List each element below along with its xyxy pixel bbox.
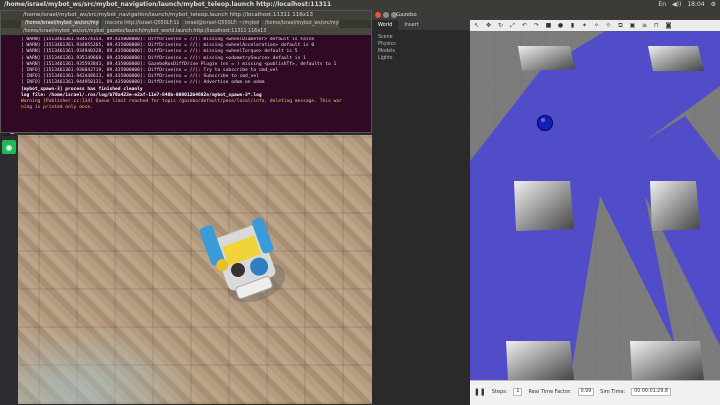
volume-icon[interactable]: ◀)) (672, 0, 681, 10)
terminal-pane-title: /home/israel/mybot_ws/src/mybot_gazebo/l… (1, 28, 371, 35)
gazebo-left-panel: World Insert Scene Physics Models Lights (372, 20, 470, 404)
robot-photo (199, 217, 286, 303)
tab-world[interactable]: World (372, 20, 399, 30)
obstacle-box[interactable] (650, 181, 700, 231)
terminal-tab[interactable]: /home/israel/mybot_ws/src/mybot_navig (21, 20, 99, 28)
gazebo-titlebar[interactable]: Gazebo (372, 10, 720, 20)
minimize-icon[interactable] (383, 12, 389, 18)
redo-icon[interactable]: ↷ (533, 22, 540, 29)
obstacle-box[interactable] (648, 46, 704, 71)
scale-mode-icon[interactable]: ⤢ (509, 22, 516, 29)
obstacle-box[interactable] (630, 341, 704, 380)
sim-time-label: Sim Time: (600, 389, 626, 395)
tree-item-physics[interactable]: Physics (378, 41, 470, 48)
gazebo-3d-viewport[interactable] (470, 31, 720, 380)
snap-icon[interactable]: ⊓ (653, 22, 660, 29)
paste-icon[interactable]: ▣ (629, 22, 636, 29)
terminal-window[interactable]: /home/israel/mybot_ws/src/mybot_navigati… (0, 10, 372, 133)
keyboard-layout-indicator[interactable]: En (658, 0, 666, 10)
spot-light-icon[interactable]: ✧ (593, 22, 600, 29)
steps-field[interactable]: 1 (513, 388, 523, 396)
screenshot-icon[interactable]: ◙ (665, 22, 672, 29)
obstacle-box[interactable] (506, 341, 574, 380)
terminal-tabbar: /home/israel/mybot_ws/src/mybot_navig ro… (1, 20, 371, 28)
gazebo-toolbar: ↖ ✥ ↻ ⤢ ↶ ↷ ■ ● ▮ ✶ ✧ ☼ ⧉ ▣ ≡ ⊓ ◙ (470, 20, 720, 31)
terminal-line: ning is printed only once. (21, 105, 93, 111)
top-panel: /home/israel/mybot_ws/src/mybot_navigati… (0, 0, 720, 10)
floor-light-reflection (0, 325, 200, 404)
rotate-mode-icon[interactable]: ↻ (497, 22, 504, 29)
tab-insert[interactable]: Insert (398, 20, 424, 30)
robot-highlight (541, 118, 545, 122)
select-mode-icon[interactable]: ↖ (473, 22, 480, 29)
tree-item-scene[interactable]: Scene (378, 34, 470, 41)
real-time-factor-label: Real Time Factor: (528, 389, 572, 395)
align-icon[interactable]: ≡ (641, 22, 648, 29)
close-icon[interactable] (375, 12, 381, 18)
obstacle-box[interactable] (514, 181, 574, 231)
gazebo-status-bar: ❚❚ Steps: 1 Real Time Factor: 0.99 Sim T… (470, 380, 720, 405)
world-tree: Scene Physics Models Lights (372, 30, 470, 62)
scene-render (470, 31, 720, 380)
terminal-tab[interactable]: israel@israel-Q550LF: ~/mybot_ws (181, 20, 259, 28)
terminal-output[interactable]: [ WARN] [1513461361.934574154, 89.435000… (21, 37, 369, 130)
undo-icon[interactable]: ↶ (521, 22, 528, 29)
directional-light-icon[interactable]: ☼ (605, 22, 612, 29)
terminal-titlebar[interactable]: /home/israel/mybot_ws/src/mybot_navigati… (1, 11, 371, 20)
tree-item-models[interactable]: Models (378, 48, 470, 55)
gazebo-title: Gazebo (396, 12, 417, 18)
sphere-shape-icon[interactable]: ● (557, 22, 564, 29)
spotify-icon[interactable]: ◉ (2, 140, 16, 154)
copy-icon[interactable]: ⧉ (617, 22, 624, 29)
translate-mode-icon[interactable]: ✥ (485, 22, 492, 29)
real-time-factor-value: 0.99 (577, 388, 595, 396)
terminal-tab[interactable]: roscore http://israel-Q550LF:11311/ (101, 20, 179, 28)
cylinder-shape-icon[interactable]: ▮ (569, 22, 576, 29)
pause-icon[interactable]: ❚❚ (474, 388, 486, 396)
system-tray: En ◀)) 18:04 ⚙ (658, 0, 716, 10)
system-menu-icon[interactable]: ⚙ (711, 0, 716, 10)
robot-model[interactable] (536, 114, 554, 132)
gazebo-window[interactable]: Gazebo World Insert Scene Physics Models… (372, 10, 720, 405)
box-shape-icon[interactable]: ■ (545, 22, 552, 29)
tree-item-lights[interactable]: Lights (378, 55, 470, 62)
sim-time-value: 00 00:01:29.8 (631, 388, 671, 396)
obstacle-box[interactable] (518, 46, 575, 71)
active-window-title: /home/israel/mybot_ws/src/mybot_navigati… (4, 1, 332, 8)
steps-label: Steps: (491, 389, 508, 395)
point-light-icon[interactable]: ✶ (581, 22, 588, 29)
clock[interactable]: 18:04 (687, 0, 704, 10)
terminal-tab[interactable]: /home/israel/mybot_ws/src/mybot_gazebo/l… (261, 20, 339, 28)
